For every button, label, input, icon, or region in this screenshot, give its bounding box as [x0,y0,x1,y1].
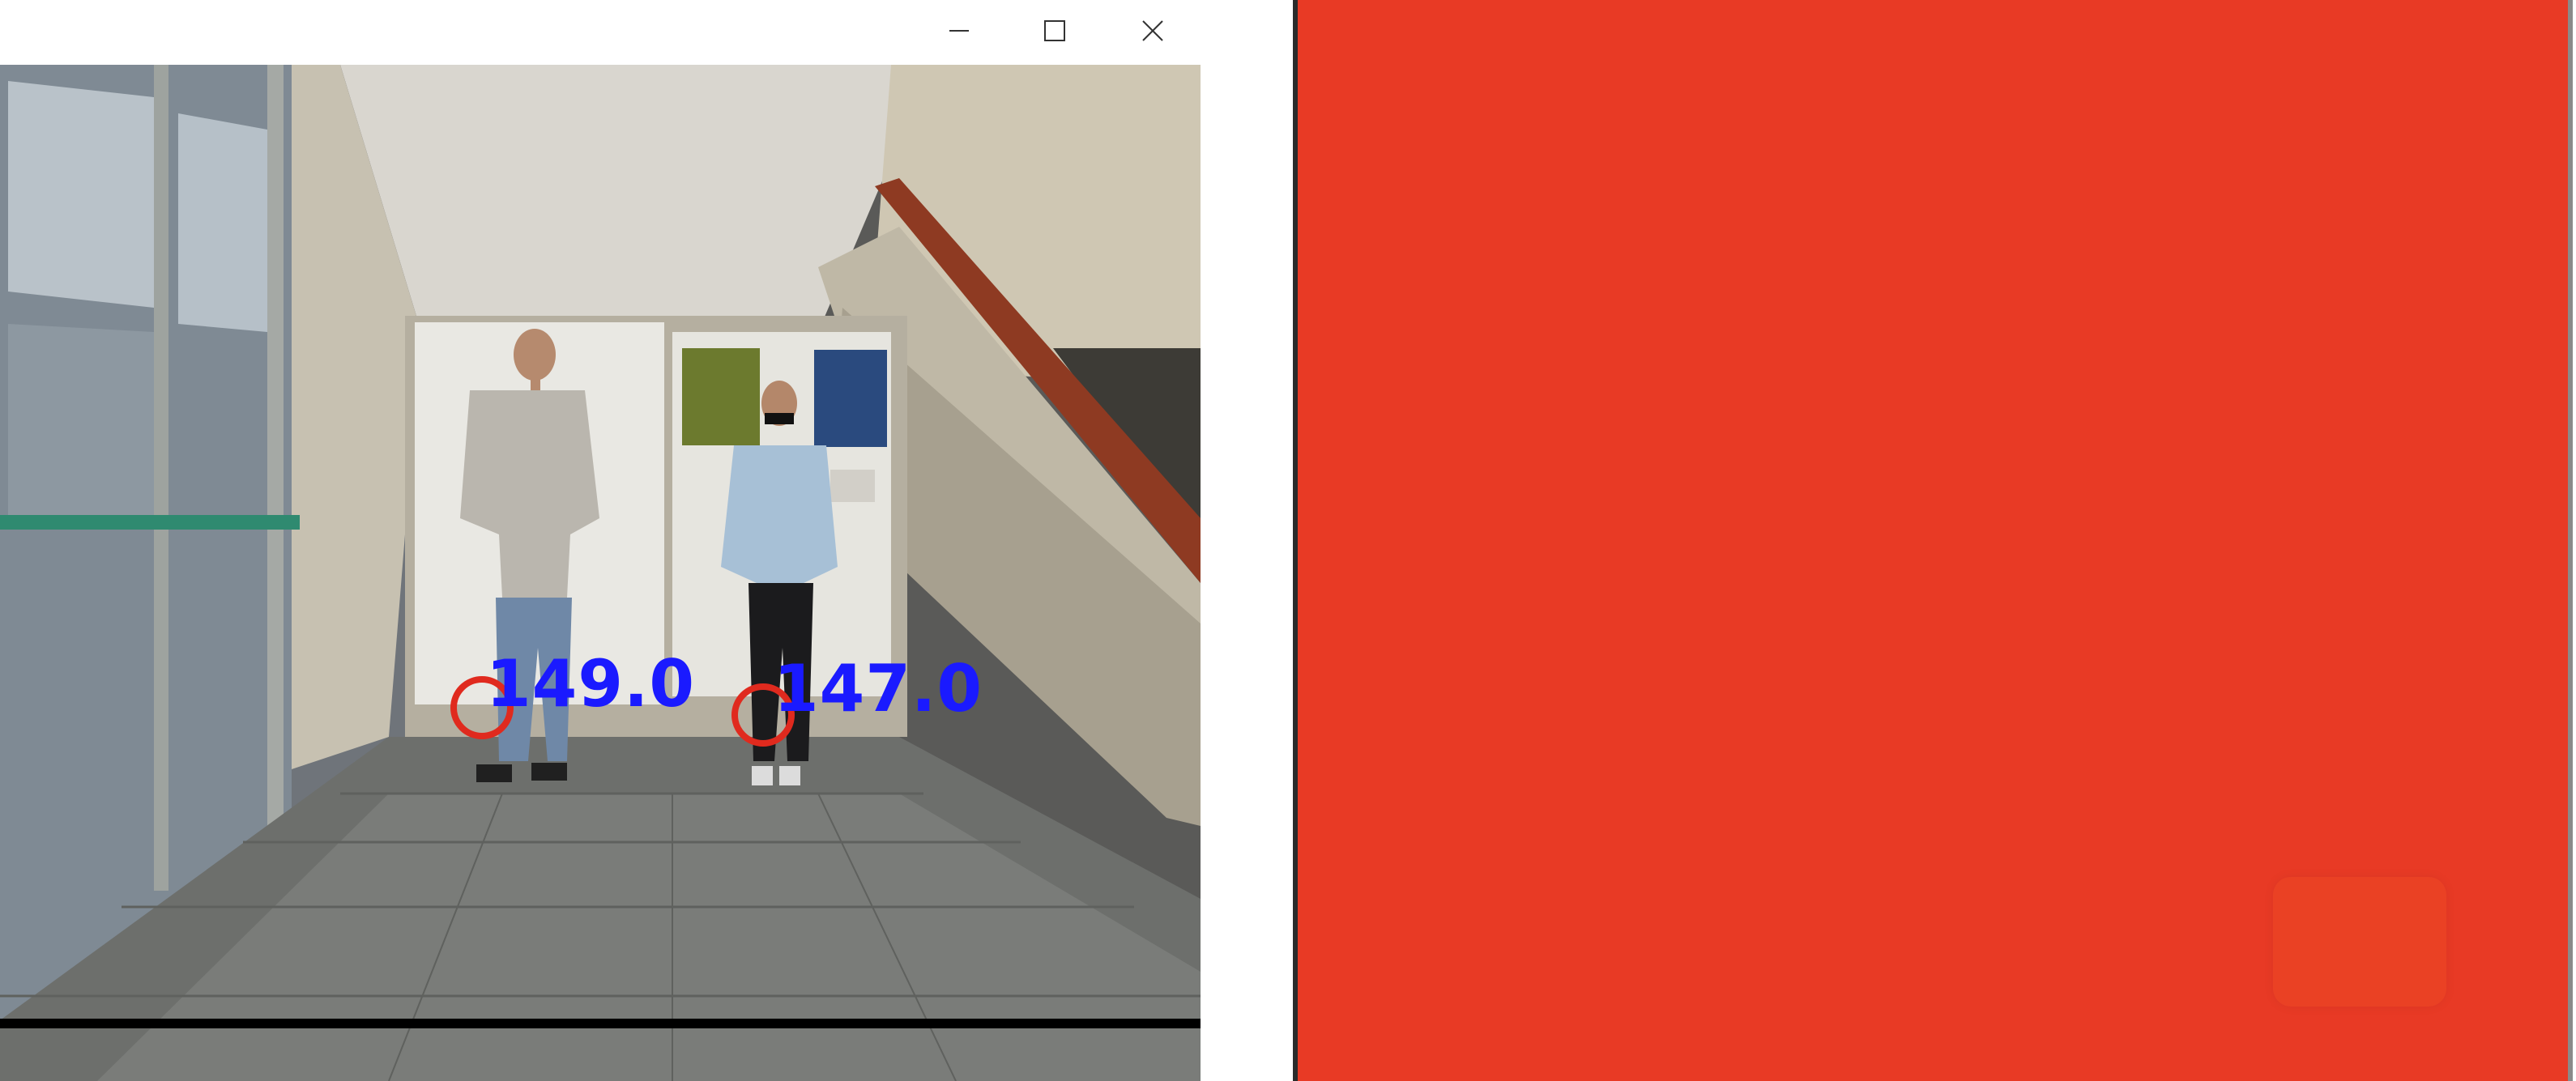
window-edge [2568,0,2573,1081]
distance-label: 147.0 [774,651,983,726]
window-titlebar[interactable] [0,0,1201,65]
close-button[interactable] [1105,0,1201,62]
maximize-icon [1044,20,1065,41]
camera-scene [0,65,1201,1081]
close-icon [1142,20,1163,41]
distance-label: 149.0 [486,646,696,721]
camera-window: 149.0 147.0 [0,0,1201,1081]
red-panel-patch [2273,877,2446,1007]
red-display-window [1293,0,2568,1081]
desktop: 149.0 147.0 [0,0,2576,1081]
camera-feed: 149.0 147.0 [0,65,1201,1081]
minimize-button[interactable] [911,0,1007,62]
maximize-button[interactable] [1007,0,1102,62]
minimize-icon [949,30,969,32]
